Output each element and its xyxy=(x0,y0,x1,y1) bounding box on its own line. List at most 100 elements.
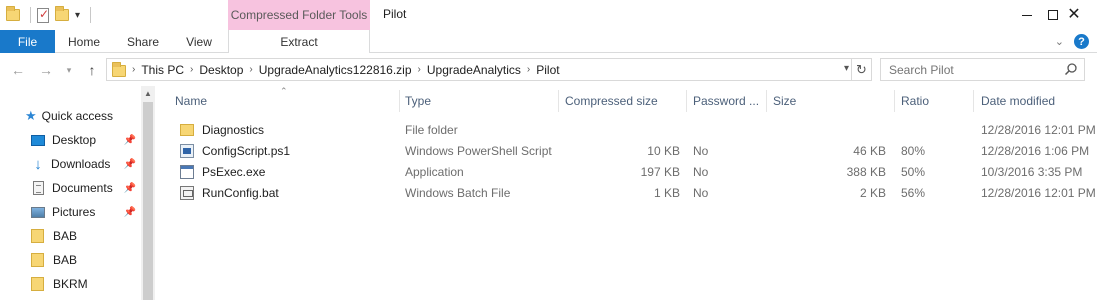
sidebar-item-quick-access[interactable]: ★ Quick access xyxy=(0,105,140,127)
forward-button[interactable]: → xyxy=(36,60,56,80)
ratio-cell xyxy=(901,119,971,140)
file-row-runconfig[interactable]: RunConfig.bat Windows Batch File 1 KB No… xyxy=(160,182,1097,203)
sidebar-item-label: Documents xyxy=(52,181,113,195)
password-cell: No xyxy=(693,185,709,200)
customize-toolbar-chevron-icon[interactable]: ▾ xyxy=(75,10,80,21)
size-cell xyxy=(773,119,886,140)
tab-share[interactable]: Share xyxy=(120,30,166,53)
compressed-size-cell: 197 KB xyxy=(640,164,680,179)
expand-ribbon-chevron-icon[interactable]: ⌄ xyxy=(1055,35,1064,48)
refresh-icon: ↻ xyxy=(856,61,867,77)
name-cell[interactable]: PsExec.exe xyxy=(180,161,395,182)
pin-icon[interactable]: 📌 xyxy=(124,183,136,194)
search-input[interactable] xyxy=(889,62,1069,77)
sidebar-item-pictures[interactable]: Pictures 📌 xyxy=(0,201,140,223)
column-divider[interactable] xyxy=(894,90,895,112)
sidebar-item-desktop[interactable]: Desktop 📌 xyxy=(0,129,140,151)
date-modified-cell: 10/3/2016 3:35 PM xyxy=(981,164,1083,179)
sidebar-item-bab[interactable]: BAB xyxy=(0,249,140,271)
star-icon: ★ xyxy=(25,108,37,123)
column-header-type[interactable]: Type xyxy=(405,92,555,110)
chevron-down-icon: ▾ xyxy=(66,64,72,75)
up-button[interactable]: ↑ xyxy=(82,60,102,80)
sidebar-item-label: Pictures xyxy=(52,205,96,219)
close-button[interactable]: ✕ xyxy=(1051,0,1097,30)
pin-icon[interactable]: 📌 xyxy=(124,159,136,170)
desktop-icon xyxy=(31,134,45,146)
pin-icon[interactable]: 📌 xyxy=(124,207,136,218)
back-button[interactable]: ← xyxy=(8,60,28,80)
file-row-psexec[interactable]: PsExec.exe Application 197 KB No 388 KB … xyxy=(160,161,1097,182)
breadcrumb-this-pc[interactable]: This PC xyxy=(141,63,184,77)
file-name: ConfigScript.ps1 xyxy=(202,143,291,158)
search-box[interactable] xyxy=(880,58,1085,81)
chevron-right-icon[interactable]: › xyxy=(190,64,193,75)
chevron-right-icon[interactable]: › xyxy=(132,64,135,75)
file-list: ⌃ Name Type Compressed size Password ...… xyxy=(160,86,1097,300)
column-header-password[interactable]: Password ... xyxy=(693,92,768,110)
date-modified-cell: 12/28/2016 12:01 PM xyxy=(981,122,1096,137)
column-header-ratio[interactable]: Ratio xyxy=(901,92,971,110)
tab-extract[interactable]: Extract xyxy=(228,30,370,53)
application-icon xyxy=(180,164,194,179)
address-history-chevron-icon[interactable]: ▾ xyxy=(844,63,849,74)
ribbon-tab-bar: File Home Share View Extract ⌄ ? xyxy=(0,30,1097,53)
sidebar-item-bab[interactable]: BAB xyxy=(0,225,140,247)
refresh-button[interactable]: ↻ xyxy=(851,59,871,80)
help-icon[interactable]: ? xyxy=(1074,34,1089,49)
tab-home[interactable]: Home xyxy=(62,30,106,53)
recent-locations-button[interactable]: ▾ xyxy=(62,60,76,80)
column-divider[interactable] xyxy=(558,90,559,112)
toolbar-divider xyxy=(90,7,92,23)
ratio-cell: 80% xyxy=(901,143,926,158)
column-header-date-modified[interactable]: Date modified xyxy=(981,92,1091,110)
password-cell xyxy=(693,119,763,140)
scroll-up-arrow-icon[interactable]: ▲ xyxy=(141,86,155,101)
new-folder-icon[interactable] xyxy=(55,6,69,21)
tab-file[interactable]: File xyxy=(0,30,55,53)
sidebar-item-label: Desktop xyxy=(52,133,97,147)
name-cell[interactable]: RunConfig.bat xyxy=(180,182,395,203)
scrollbar-thumb[interactable] xyxy=(143,102,153,300)
search-icon[interactable] xyxy=(1064,62,1078,76)
toolbar-divider xyxy=(30,7,31,23)
tab-view[interactable]: View xyxy=(178,30,220,53)
chevron-right-icon[interactable]: › xyxy=(418,64,421,75)
pin-icon[interactable]: 📌 xyxy=(124,135,136,146)
column-divider[interactable] xyxy=(686,90,687,112)
breadcrumb-zip[interactable]: UpgradeAnalytics122816.zip xyxy=(259,63,412,77)
compressed-size-cell xyxy=(565,119,680,140)
properties-icon[interactable] xyxy=(37,7,49,23)
folder-icon xyxy=(31,253,44,267)
name-cell[interactable]: Diagnostics xyxy=(180,119,395,140)
sidebar-item-downloads[interactable]: ↓ Downloads 📌 xyxy=(0,153,140,175)
column-header-compressed-size[interactable]: Compressed size xyxy=(565,92,685,110)
column-divider[interactable] xyxy=(973,90,974,112)
column-divider[interactable] xyxy=(766,90,767,112)
sidebar-item-documents[interactable]: Documents 📌 xyxy=(0,177,140,199)
column-header-size[interactable]: Size xyxy=(773,92,893,110)
folder-icon xyxy=(31,277,44,291)
folder-icon xyxy=(112,62,126,77)
file-name: Diagnostics xyxy=(202,122,265,137)
size-cell: 388 KB xyxy=(846,164,886,179)
type-cell: File folder xyxy=(405,122,458,137)
sidebar-item-bkrm[interactable]: BKRM xyxy=(0,273,140,295)
folder-icon xyxy=(31,229,44,243)
folder-icon[interactable] xyxy=(6,6,20,21)
file-row-diagnostics[interactable]: Diagnostics File folder 12/28/2016 12:01… xyxy=(160,119,1097,140)
column-divider[interactable] xyxy=(399,90,400,112)
sidebar-item-label: Quick access xyxy=(41,109,114,123)
chevron-right-icon[interactable]: › xyxy=(527,64,530,75)
name-cell[interactable]: ConfigScript.ps1 xyxy=(180,140,395,161)
breadcrumb-desktop[interactable]: Desktop xyxy=(199,63,243,77)
address-bar[interactable]: › This PC › Desktop › UpgradeAnalytics12… xyxy=(106,58,872,81)
breadcrumb-pilot[interactable]: Pilot xyxy=(536,63,559,77)
file-name: PsExec.exe xyxy=(202,164,266,179)
breadcrumb-upgradeanalytics[interactable]: UpgradeAnalytics xyxy=(427,63,521,77)
chevron-right-icon[interactable]: › xyxy=(249,64,252,75)
file-row-configscript[interactable]: ConfigScript.ps1 Windows PowerShell Scri… xyxy=(160,140,1097,161)
file-name: RunConfig.bat xyxy=(202,185,279,200)
column-header-name[interactable]: Name xyxy=(175,92,395,110)
navigation-scrollbar[interactable]: ▲ xyxy=(141,86,155,300)
